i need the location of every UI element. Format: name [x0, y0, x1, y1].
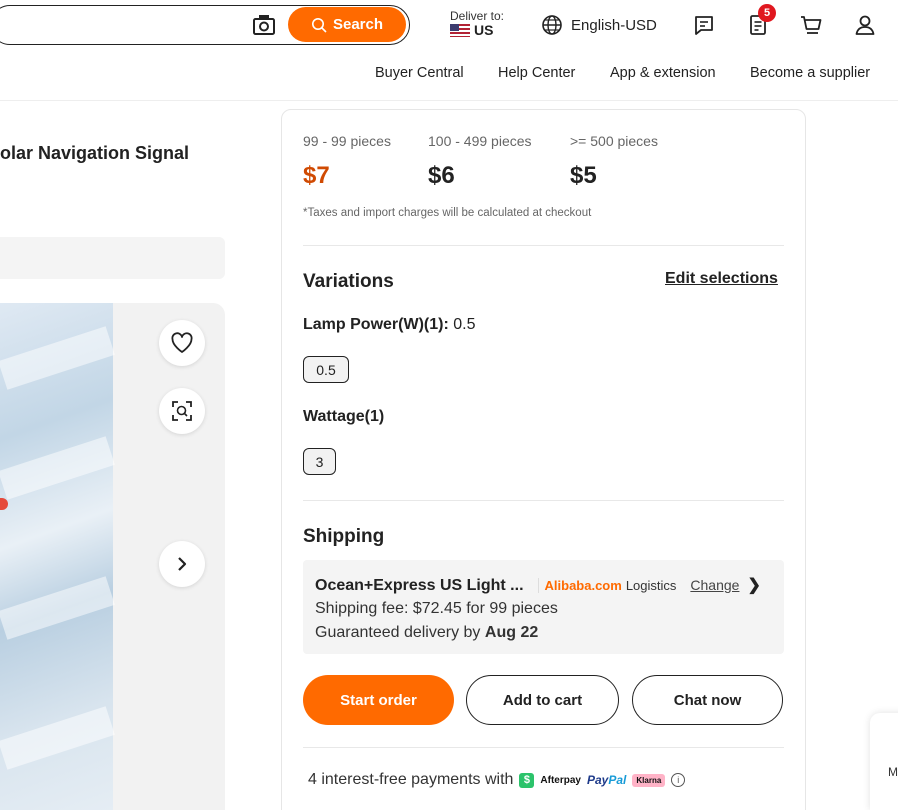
search-icon — [311, 17, 327, 33]
divider — [303, 245, 784, 246]
chevron-right-icon[interactable]: ❯ — [747, 575, 760, 595]
change-shipping-link[interactable]: Change — [690, 577, 739, 593]
product-image-detail — [0, 498, 8, 510]
cart-icon[interactable] — [799, 13, 823, 37]
afterpay-logo: Afterpay — [540, 774, 581, 786]
add-to-cart-button[interactable]: Add to cart — [466, 675, 619, 725]
lamp-power-label: Lamp Power(W)(1): — [303, 316, 449, 333]
secondary-nav: Buyer Central Help Center App & extensio… — [0, 65, 898, 83]
messages-icon[interactable] — [692, 13, 716, 37]
wattage-option[interactable]: 3 — [303, 448, 336, 475]
lamp-power-value: 0.5 — [453, 316, 476, 333]
shipping-heading: Shipping — [303, 526, 385, 547]
installments-row: 4 interest-free payments with $ Afterpay… — [308, 771, 686, 789]
search-button[interactable]: Search — [288, 7, 406, 42]
image-search-button[interactable] — [159, 388, 205, 434]
tier-range: 99 - 99 pieces — [303, 133, 391, 149]
product-image[interactable] — [0, 303, 115, 810]
search-button-label: Search — [332, 16, 384, 33]
image-search-icon — [172, 401, 192, 421]
floating-panel-label: M — [888, 765, 898, 779]
product-info-bar — [0, 237, 225, 279]
subnav-app-extension[interactable]: App & extension — [610, 65, 716, 81]
subnav-become-supplier[interactable]: Become a supplier — [750, 65, 870, 81]
tier-range: 100 - 499 pieces — [428, 133, 532, 149]
deliver-to-selector[interactable]: Deliver to: US — [450, 9, 504, 37]
tier-range: >= 500 pieces — [570, 133, 658, 149]
header-divider — [0, 100, 898, 101]
language-currency-label: English-USD — [571, 16, 657, 34]
account-icon[interactable] — [853, 13, 877, 37]
edit-selections-link[interactable]: Edit selections — [665, 270, 778, 288]
product-title: olar Navigation Signal — [0, 143, 190, 163]
subnav-help-center[interactable]: Help Center — [498, 65, 575, 81]
shipping-method: Ocean+Express US Light ... — [315, 577, 524, 594]
deliver-country: US — [474, 22, 494, 38]
info-icon[interactable]: i — [671, 773, 686, 787]
divider — [303, 500, 784, 501]
language-currency-selector[interactable]: English-USD — [541, 14, 657, 36]
start-order-button[interactable]: Start order — [303, 675, 454, 725]
shipping-fee: Shipping fee: $72.45 for 99 pieces — [315, 600, 558, 617]
klarna-logo: Klarna — [632, 773, 666, 787]
divider — [303, 747, 784, 748]
favorite-button[interactable] — [159, 320, 205, 366]
camera-icon[interactable] — [252, 13, 276, 37]
us-flag-icon — [450, 23, 470, 37]
alibaba-logo: Alibaba.com — [537, 578, 622, 593]
chat-now-button[interactable]: Chat now — [632, 675, 783, 725]
afterpay-icon: $ — [519, 772, 535, 788]
subnav-buyer-central[interactable]: Buyer Central — [375, 65, 464, 81]
wattage-label: Wattage(1) — [303, 408, 385, 425]
lamp-power-option[interactable]: 0.5 — [303, 356, 349, 383]
wattage-row: Wattage(1) — [303, 408, 384, 426]
lamp-power-row: Lamp Power(W)(1): 0.5 — [303, 316, 475, 334]
delivery-prefix: Guaranteed delivery by — [315, 624, 481, 641]
floating-panel[interactable]: M — [870, 713, 898, 810]
chevron-right-icon — [178, 557, 187, 571]
deliver-to-label: Deliver to: — [450, 9, 505, 23]
delivery-date: Aug 22 — [484, 624, 539, 641]
tax-note: *Taxes and import charges will be calcul… — [303, 207, 592, 219]
logistics-label: Logistics — [625, 578, 677, 593]
installments-text: 4 interest-free payments with — [308, 771, 514, 788]
tier-price: $7 — [303, 162, 330, 189]
shipping-method-row: Ocean+Express US Light ... Alibaba.com L… — [315, 575, 761, 595]
delivery-guarantee: Guaranteed delivery by Aug 22 — [315, 624, 538, 642]
tier-price: $5 — [570, 162, 597, 189]
variations-heading: Variations — [303, 271, 394, 292]
heart-icon — [171, 332, 193, 353]
tier-price: $6 — [428, 162, 455, 189]
next-image-button[interactable] — [159, 541, 205, 587]
paypal-logo: PayPal — [587, 773, 627, 787]
notification-badge: 5 — [758, 4, 776, 22]
globe-icon — [542, 15, 562, 35]
